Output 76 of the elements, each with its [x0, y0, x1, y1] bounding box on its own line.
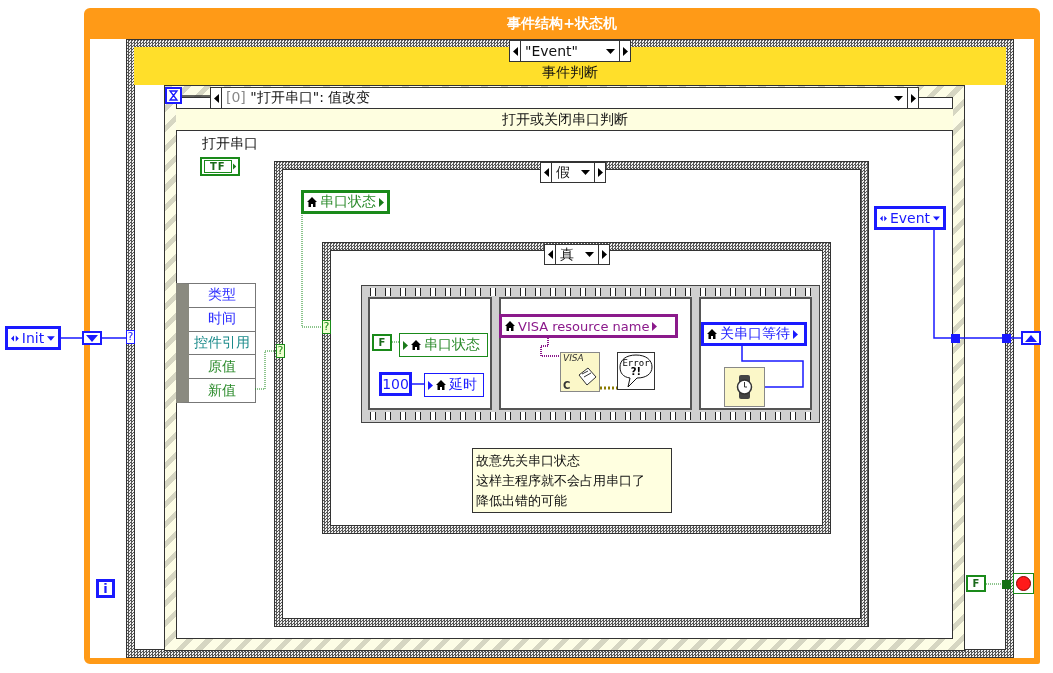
- enum-constant[interactable]: Init: [5, 326, 61, 350]
- selector-terminal: ?: [276, 344, 285, 358]
- variable-name: 延时: [449, 376, 477, 394]
- local-variable-node[interactable]: 关串口等待: [701, 322, 807, 346]
- wire: [540, 337, 561, 357]
- tunnel: [1002, 334, 1011, 343]
- arrows-icon: [11, 334, 19, 342]
- boolean-constant: F: [372, 334, 392, 351]
- variable-name: 串口状态: [320, 193, 376, 211]
- up-triangle-icon: [1025, 334, 1037, 342]
- variable-name: VISA resource name: [518, 318, 650, 334]
- wire: [600, 386, 617, 390]
- hourglass-icon: [165, 87, 182, 104]
- right-triangle-icon: [232, 163, 236, 170]
- house-icon: [436, 380, 446, 390]
- event-data-item[interactable]: 原值: [189, 355, 255, 380]
- control-label: 打开串口: [202, 135, 258, 153]
- event-case-label: 打开或关闭串口判断: [176, 108, 953, 131]
- arrow-icon: [403, 340, 408, 350]
- selector-terminal: ?: [126, 330, 135, 344]
- left-triangle-icon: [547, 250, 553, 259]
- boolean-constant: F: [966, 575, 986, 592]
- local-variable-node[interactable]: 串口状态: [399, 333, 488, 357]
- wire: [741, 345, 804, 388]
- loop-title: 事件结构+状态机: [507, 14, 617, 33]
- local-variable-node[interactable]: 串口状态: [301, 190, 390, 214]
- right-triangle-icon: [597, 168, 603, 177]
- house-icon: [505, 321, 515, 331]
- arrows-icon: [880, 214, 887, 222]
- caret-icon: [606, 48, 615, 54]
- tunnel: [951, 334, 960, 343]
- watch-icon[interactable]: [724, 367, 765, 407]
- case-selector[interactable]: 假: [551, 163, 595, 182]
- boolean-terminal: TF: [200, 157, 240, 176]
- right-triangle-icon: [622, 46, 628, 56]
- error-handler-icon[interactable]: Error ?!: [617, 352, 655, 390]
- arrow-icon: [428, 380, 433, 390]
- selector-terminal: ?: [322, 320, 331, 334]
- house-icon: [707, 329, 717, 339]
- case-selector[interactable]: 真: [555, 245, 599, 264]
- caret-icon: [585, 252, 594, 257]
- arrow-icon: [793, 329, 798, 339]
- left-triangle-icon: [512, 46, 518, 56]
- down-triangle-icon: [86, 334, 98, 342]
- event-data-item[interactable]: 新值: [189, 379, 255, 402]
- event-data-item[interactable]: 控件引用: [189, 331, 255, 356]
- numeric-constant: 100: [379, 372, 412, 396]
- left-triangle-icon: [213, 93, 219, 103]
- variable-name: 串口状态: [424, 336, 480, 354]
- local-variable-node[interactable]: 延时: [424, 373, 484, 397]
- wire: [391, 341, 400, 343]
- caret-icon: [581, 170, 590, 175]
- house-icon: [411, 340, 421, 350]
- right-triangle-icon: [910, 93, 916, 103]
- stop-icon: [1013, 573, 1034, 594]
- local-variable-node[interactable]: VISA resource name: [499, 314, 678, 338]
- enum-constant[interactable]: Event: [874, 206, 946, 230]
- variable-name: 关串口等待: [720, 325, 790, 343]
- right-triangle-icon: [601, 250, 607, 259]
- case-selector[interactable]: "Event": [520, 41, 620, 61]
- wire: [254, 350, 277, 390]
- caret-icon: [933, 215, 940, 221]
- comment-note: 故意先关串口状态 这样主程序就不会占用串口了 降低出错的可能: [472, 448, 672, 513]
- visa-close-icon[interactable]: VISA C: [560, 352, 600, 392]
- event-selector[interactable]: [0] "打开串口": 值改变: [221, 88, 908, 108]
- wire: [411, 383, 425, 385]
- arrow-icon: [379, 197, 384, 207]
- event-data-item[interactable]: 时间: [189, 307, 255, 332]
- house-icon: [307, 197, 317, 207]
- iteration-terminal: i: [96, 579, 115, 598]
- caret-icon: [47, 335, 55, 341]
- tunnel: [1002, 580, 1011, 589]
- arrow-icon: [652, 321, 658, 331]
- caret-icon: [894, 95, 903, 101]
- event-data-item[interactable]: 类型: [189, 284, 255, 308]
- left-triangle-icon: [543, 168, 549, 177]
